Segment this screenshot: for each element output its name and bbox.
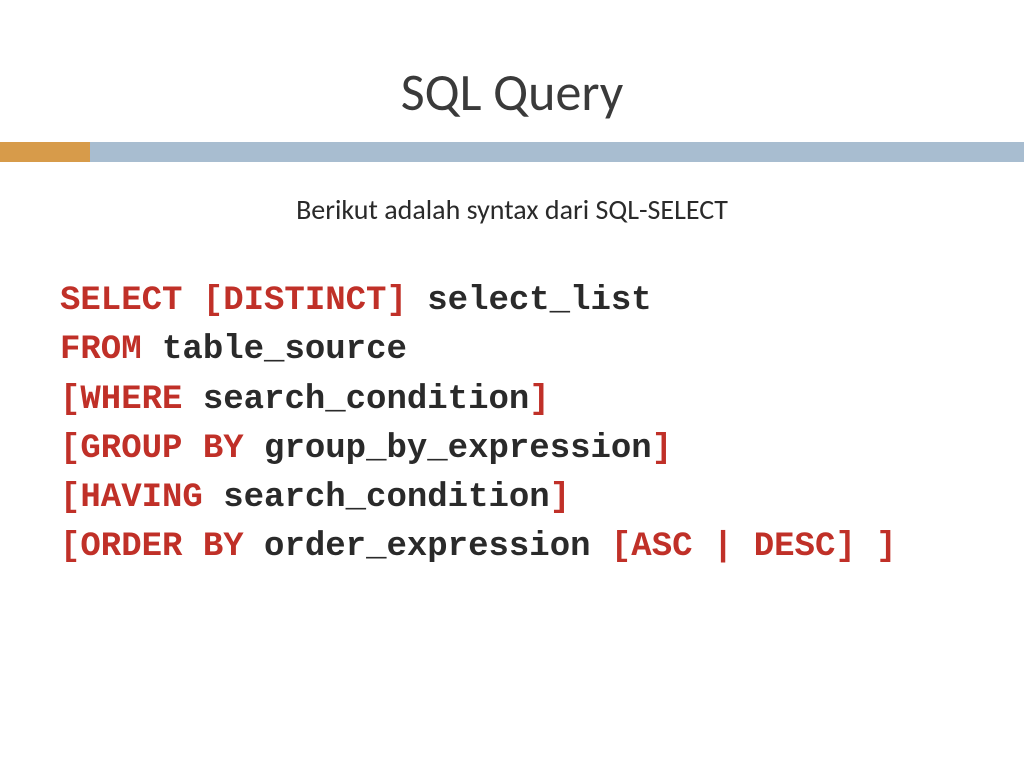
keyword-from: FROM: [60, 331, 162, 369]
keyword-groupby-open: [GROUP BY: [60, 430, 264, 468]
accent-block: [0, 142, 90, 162]
syntax-line-4: [GROUP BY group_by_expression]: [60, 425, 964, 474]
keyword-select-distinct: SELECT [DISTINCT]: [60, 282, 427, 320]
keyword-groupby-close: ]: [652, 430, 672, 468]
param-order-expression: order_expression: [264, 528, 611, 566]
syntax-line-5: [HAVING search_condition]: [60, 474, 964, 523]
keyword-having-open: [HAVING: [60, 479, 223, 517]
keyword-having-close: ]: [550, 479, 570, 517]
keyword-where-open: [WHERE: [60, 381, 203, 419]
slide: SQL Query Berikut adalah syntax dari SQL…: [0, 0, 1024, 768]
slide-title: SQL Query: [0, 60, 1024, 124]
slide-subtitle: Berikut adalah syntax dari SQL-SELECT: [0, 192, 1024, 227]
param-groupby-expression: group_by_expression: [264, 430, 652, 468]
param-having-condition: search_condition: [223, 479, 549, 517]
blue-bar: [90, 142, 1024, 162]
syntax-line-2: FROM table_source: [60, 326, 964, 375]
param-search-condition: search_condition: [203, 381, 529, 419]
syntax-line-3: [WHERE search_condition]: [60, 376, 964, 425]
keyword-orderby-open: [ORDER BY: [60, 528, 264, 566]
keyword-orderby-ascdesc: [ASC | DESC] ]: [611, 528, 897, 566]
keyword-where-close: ]: [529, 381, 549, 419]
syntax-line-6: [ORDER BY order_expression [ASC | DESC] …: [60, 523, 964, 572]
sql-syntax-block: SELECT [DISTINCT] select_list FROM table…: [0, 277, 1024, 573]
syntax-line-1: SELECT [DISTINCT] select_list: [60, 277, 964, 326]
param-table-source: table_source: [162, 331, 407, 369]
divider-bar: [0, 142, 1024, 162]
param-select-list: select_list: [427, 282, 651, 320]
